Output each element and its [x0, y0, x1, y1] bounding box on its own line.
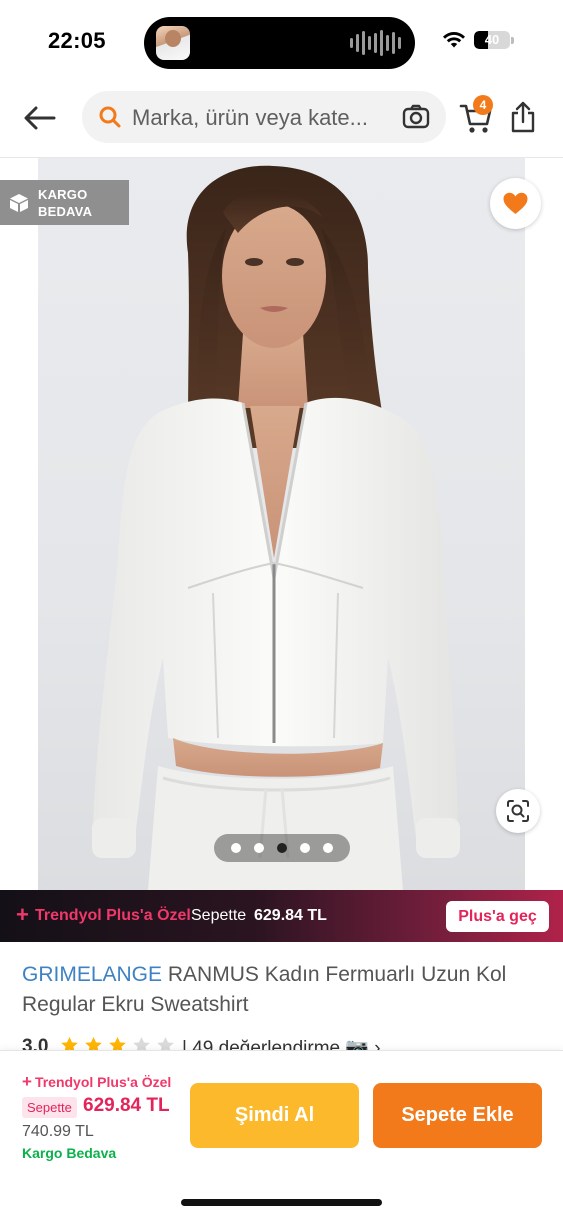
- clock: 22:05: [48, 28, 106, 53]
- basket-price-tag: Sepette: [22, 1097, 77, 1118]
- top-navigation: Marka, ürün veya kate... 4: [0, 82, 563, 158]
- share-button[interactable]: [508, 100, 538, 134]
- battery-level: 40: [484, 32, 500, 47]
- pagination-dot[interactable]: [300, 843, 310, 853]
- status-bar: 22:05 40: [0, 0, 563, 82]
- product-image-gallery[interactable]: KARGO BEDAVA: [0, 158, 563, 890]
- basket-price: 629.84 TL: [83, 1095, 170, 1116]
- join-plus-button[interactable]: Plus'a geç: [446, 901, 549, 932]
- home-indicator[interactable]: [181, 1199, 382, 1206]
- star-icon: [133, 1036, 150, 1051]
- pagination-dot[interactable]: [323, 843, 333, 853]
- pagination-dot[interactable]: [254, 843, 264, 853]
- star-icon: [61, 1036, 78, 1051]
- package-icon: [10, 194, 28, 212]
- favorite-button[interactable]: [490, 178, 541, 229]
- rating-score: 3.0: [22, 1036, 49, 1051]
- scan-search-icon: [507, 800, 529, 822]
- search-bar[interactable]: Marka, ürün veya kate...: [82, 91, 446, 143]
- free-shipping-label-line1: KARGO: [38, 187, 88, 202]
- rating-stars: [60, 1036, 175, 1051]
- audio-waveform-icon: [350, 29, 401, 57]
- bottom-plus-label: + Trendyol Plus'a Özel: [22, 1072, 171, 1092]
- plus-promo-title: Trendyol Plus'a Özel: [35, 907, 191, 924]
- now-playing-artwork: [156, 26, 190, 60]
- plus-basket-price: 629.84 TL: [254, 907, 327, 924]
- rating-summary[interactable]: 3.0 | 49 değerlendirme 📷 ›: [22, 1033, 422, 1051]
- star-icon: [109, 1036, 126, 1051]
- free-shipping-text: Kargo Bedava: [22, 1145, 117, 1161]
- model-photo-illustration: [92, 165, 460, 890]
- free-shipping-badge: KARGO BEDAVA: [0, 180, 129, 225]
- pagination-dot[interactable]: [277, 843, 287, 853]
- star-icon: [85, 1036, 102, 1051]
- share-icon: [511, 101, 535, 133]
- visual-search-button[interactable]: [496, 789, 540, 833]
- plus-basket-label: Sepette: [191, 907, 247, 924]
- product-title: GRIMELANGE RANMUS Kadın Fermuarlı Uzun K…: [22, 960, 542, 1020]
- add-to-cart-button[interactable]: Sepete Ekle: [373, 1083, 542, 1148]
- search-input[interactable]: Marka, ürün veya kate...: [132, 105, 368, 131]
- brand-link[interactable]: GRIMELANGE: [22, 963, 162, 986]
- review-count-link[interactable]: | 49 değerlendirme 📷 ›: [182, 1036, 381, 1051]
- plus-icon: +: [16, 902, 29, 927]
- free-shipping-label-line2: BEDAVA: [38, 204, 93, 219]
- star-icon: [157, 1036, 174, 1051]
- cart-count-badge: 4: [473, 95, 493, 115]
- heart-icon: [503, 192, 528, 214]
- original-price: 740.99 TL: [22, 1123, 94, 1140]
- plus-icon: +: [22, 1072, 32, 1091]
- battery-indicator: 40: [474, 31, 510, 49]
- plus-promo-banner[interactable]: + Trendyol Plus'a Özel Sepette 629.84 TL…: [0, 890, 563, 942]
- camera-icon[interactable]: [402, 104, 430, 130]
- buy-now-button[interactable]: Şimdi Al: [190, 1083, 359, 1148]
- back-arrow-icon: [24, 106, 56, 130]
- bottom-plus-title: Trendyol Plus'a Özel: [34, 1074, 172, 1090]
- search-icon: [99, 106, 121, 128]
- back-button[interactable]: [20, 100, 60, 136]
- image-pagination[interactable]: [214, 834, 350, 862]
- battery-cap: [511, 37, 514, 44]
- product-photo[interactable]: [38, 158, 525, 890]
- pagination-dot[interactable]: [231, 843, 241, 853]
- dynamic-island[interactable]: [144, 17, 415, 69]
- wifi-icon: [443, 32, 465, 48]
- bottom-action-bar: + Trendyol Plus'a Özel Sepette 629.84 TL …: [0, 1050, 563, 1219]
